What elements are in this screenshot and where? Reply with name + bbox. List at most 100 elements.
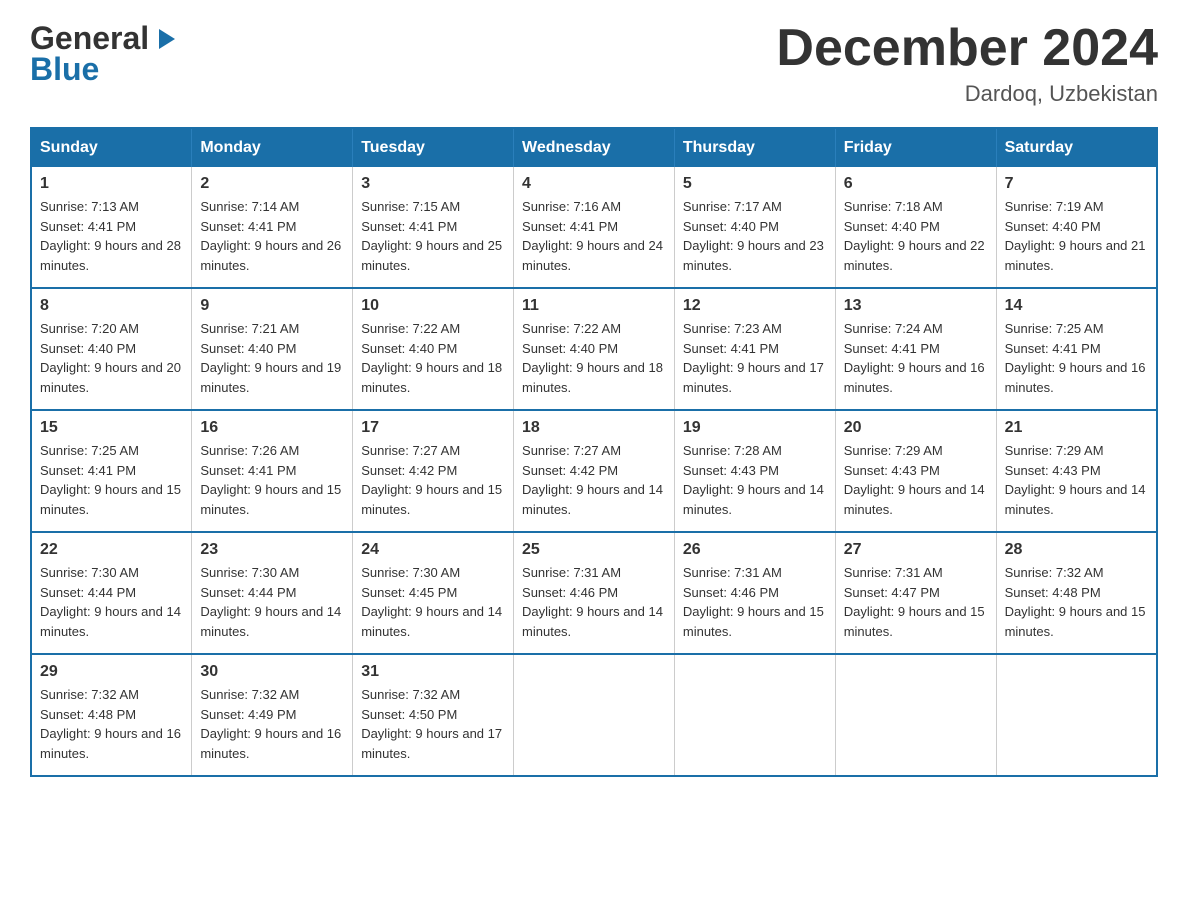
day-info: Sunrise: 7:19 AMSunset: 4:40 PMDaylight:… [1005, 197, 1148, 275]
day-number: 16 [200, 419, 344, 437]
day-info: Sunrise: 7:15 AMSunset: 4:41 PMDaylight:… [361, 197, 505, 275]
day-info: Sunrise: 7:31 AMSunset: 4:47 PMDaylight:… [844, 563, 988, 641]
calendar-cell: 7 Sunrise: 7:19 AMSunset: 4:40 PMDaylight… [996, 167, 1157, 288]
calendar-cell: 5 Sunrise: 7:17 AMSunset: 4:40 PMDaylight… [674, 167, 835, 288]
day-number: 21 [1005, 419, 1148, 437]
calendar-cell: 25 Sunrise: 7:31 AMSunset: 4:46 PMDayligh… [514, 532, 675, 654]
day-of-week-header: Tuesday [353, 128, 514, 167]
day-number: 14 [1005, 297, 1148, 315]
calendar-cell: 9 Sunrise: 7:21 AMSunset: 4:40 PMDaylight… [192, 288, 353, 410]
day-number: 27 [844, 541, 988, 559]
calendar-cell: 30 Sunrise: 7:32 AMSunset: 4:49 PMDayligh… [192, 654, 353, 776]
day-number: 19 [683, 419, 827, 437]
calendar-week-row: 1 Sunrise: 7:13 AMSunset: 4:41 PMDaylight… [31, 167, 1157, 288]
day-number: 8 [40, 297, 183, 315]
day-of-week-header: Sunday [31, 128, 192, 167]
day-info: Sunrise: 7:17 AMSunset: 4:40 PMDaylight:… [683, 197, 827, 275]
day-number: 10 [361, 297, 505, 315]
day-info: Sunrise: 7:23 AMSunset: 4:41 PMDaylight:… [683, 319, 827, 397]
day-number: 1 [40, 175, 183, 193]
day-of-week-header: Thursday [674, 128, 835, 167]
calendar-cell: 27 Sunrise: 7:31 AMSunset: 4:47 PMDayligh… [835, 532, 996, 654]
calendar-cell: 15 Sunrise: 7:25 AMSunset: 4:41 PMDayligh… [31, 410, 192, 532]
day-info: Sunrise: 7:31 AMSunset: 4:46 PMDaylight:… [522, 563, 666, 641]
day-info: Sunrise: 7:29 AMSunset: 4:43 PMDaylight:… [844, 441, 988, 519]
day-of-week-header: Wednesday [514, 128, 675, 167]
calendar-cell: 10 Sunrise: 7:22 AMSunset: 4:40 PMDayligh… [353, 288, 514, 410]
calendar-cell: 24 Sunrise: 7:30 AMSunset: 4:45 PMDayligh… [353, 532, 514, 654]
day-info: Sunrise: 7:24 AMSunset: 4:41 PMDaylight:… [844, 319, 988, 397]
calendar-header: SundayMondayTuesdayWednesdayThursdayFrid… [31, 128, 1157, 167]
day-number: 30 [200, 663, 344, 681]
calendar-cell: 13Sunrise: 7:24 AMSunset: 4:41 PMDayligh… [835, 288, 996, 410]
day-number: 20 [844, 419, 988, 437]
calendar-cell: 21Sunrise: 7:29 AMSunset: 4:43 PMDayligh… [996, 410, 1157, 532]
page-subtitle: Dardoq, Uzbekistan [776, 81, 1158, 107]
day-info: Sunrise: 7:20 AMSunset: 4:40 PMDaylight:… [40, 319, 183, 397]
day-number: 6 [844, 175, 988, 193]
calendar-cell [514, 654, 675, 776]
day-info: Sunrise: 7:32 AMSunset: 4:49 PMDaylight:… [200, 685, 344, 763]
day-info: Sunrise: 7:13 AMSunset: 4:41 PMDaylight:… [40, 197, 183, 275]
day-info: Sunrise: 7:26 AMSunset: 4:41 PMDaylight:… [200, 441, 344, 519]
calendar-cell: 26 Sunrise: 7:31 AMSunset: 4:46 PMDayligh… [674, 532, 835, 654]
day-info: Sunrise: 7:25 AMSunset: 4:41 PMDaylight:… [40, 441, 183, 519]
calendar-cell: 16 Sunrise: 7:26 AMSunset: 4:41 PMDayligh… [192, 410, 353, 532]
header-row: SundayMondayTuesdayWednesdayThursdayFrid… [31, 128, 1157, 167]
day-number: 4 [522, 175, 666, 193]
day-info: Sunrise: 7:21 AMSunset: 4:40 PMDaylight:… [200, 319, 344, 397]
calendar-cell: 19 Sunrise: 7:28 AMSunset: 4:43 PMDayligh… [674, 410, 835, 532]
day-info: Sunrise: 7:22 AMSunset: 4:40 PMDaylight:… [361, 319, 505, 397]
day-number: 5 [683, 175, 827, 193]
day-info: Sunrise: 7:30 AMSunset: 4:44 PMDaylight:… [200, 563, 344, 641]
calendar-cell: 3 Sunrise: 7:15 AMSunset: 4:41 PMDaylight… [353, 167, 514, 288]
title-area: December 2024 Dardoq, Uzbekistan [776, 20, 1158, 107]
calendar-cell: 1 Sunrise: 7:13 AMSunset: 4:41 PMDaylight… [31, 167, 192, 288]
calendar-cell: 8 Sunrise: 7:20 AMSunset: 4:40 PMDaylight… [31, 288, 192, 410]
day-info: Sunrise: 7:16 AMSunset: 4:41 PMDaylight:… [522, 197, 666, 275]
day-info: Sunrise: 7:30 AMSunset: 4:45 PMDaylight:… [361, 563, 505, 641]
day-of-week-header: Monday [192, 128, 353, 167]
day-number: 31 [361, 663, 505, 681]
day-info: Sunrise: 7:31 AMSunset: 4:46 PMDaylight:… [683, 563, 827, 641]
day-info: Sunrise: 7:27 AMSunset: 4:42 PMDaylight:… [522, 441, 666, 519]
calendar-cell [674, 654, 835, 776]
calendar-cell: 28 Sunrise: 7:32 AMSunset: 4:48 PMDayligh… [996, 532, 1157, 654]
calendar-cell: 31 Sunrise: 7:32 AMSunset: 4:50 PMDayligh… [353, 654, 514, 776]
day-number: 9 [200, 297, 344, 315]
calendar-cell: 29Sunrise: 7:32 AMSunset: 4:48 PMDayligh… [31, 654, 192, 776]
day-number: 24 [361, 541, 505, 559]
day-number: 23 [200, 541, 344, 559]
day-number: 2 [200, 175, 344, 193]
day-info: Sunrise: 7:32 AMSunset: 4:50 PMDaylight:… [361, 685, 505, 763]
calendar-week-row: 8 Sunrise: 7:20 AMSunset: 4:40 PMDaylight… [31, 288, 1157, 410]
calendar-cell: 18 Sunrise: 7:27 AMSunset: 4:42 PMDayligh… [514, 410, 675, 532]
calendar-cell [996, 654, 1157, 776]
logo: General Blue [30, 20, 181, 88]
day-number: 12 [683, 297, 827, 315]
day-info: Sunrise: 7:27 AMSunset: 4:42 PMDaylight:… [361, 441, 505, 519]
calendar-week-row: 29Sunrise: 7:32 AMSunset: 4:48 PMDayligh… [31, 654, 1157, 776]
calendar-cell: 4 Sunrise: 7:16 AMSunset: 4:41 PMDaylight… [514, 167, 675, 288]
day-number: 17 [361, 419, 505, 437]
day-number: 28 [1005, 541, 1148, 559]
calendar-cell: 20 Sunrise: 7:29 AMSunset: 4:43 PMDayligh… [835, 410, 996, 532]
logo-blue-text: Blue [30, 51, 99, 87]
calendar-body: 1 Sunrise: 7:13 AMSunset: 4:41 PMDaylight… [31, 167, 1157, 776]
day-number: 15 [40, 419, 183, 437]
day-number: 3 [361, 175, 505, 193]
day-number: 25 [522, 541, 666, 559]
day-info: Sunrise: 7:30 AMSunset: 4:44 PMDaylight:… [40, 563, 183, 641]
day-info: Sunrise: 7:28 AMSunset: 4:43 PMDaylight:… [683, 441, 827, 519]
day-info: Sunrise: 7:18 AMSunset: 4:40 PMDaylight:… [844, 197, 988, 275]
day-number: 26 [683, 541, 827, 559]
day-info: Sunrise: 7:14 AMSunset: 4:41 PMDaylight:… [200, 197, 344, 275]
page-title: December 2024 [776, 20, 1158, 77]
calendar-cell: 12 Sunrise: 7:23 AMSunset: 4:41 PMDayligh… [674, 288, 835, 410]
day-number: 18 [522, 419, 666, 437]
day-info: Sunrise: 7:32 AMSunset: 4:48 PMDaylight:… [40, 685, 183, 763]
calendar-cell: 14Sunrise: 7:25 AMSunset: 4:41 PMDayligh… [996, 288, 1157, 410]
day-of-week-header: Friday [835, 128, 996, 167]
day-info: Sunrise: 7:32 AMSunset: 4:48 PMDaylight:… [1005, 563, 1148, 641]
day-number: 7 [1005, 175, 1148, 193]
